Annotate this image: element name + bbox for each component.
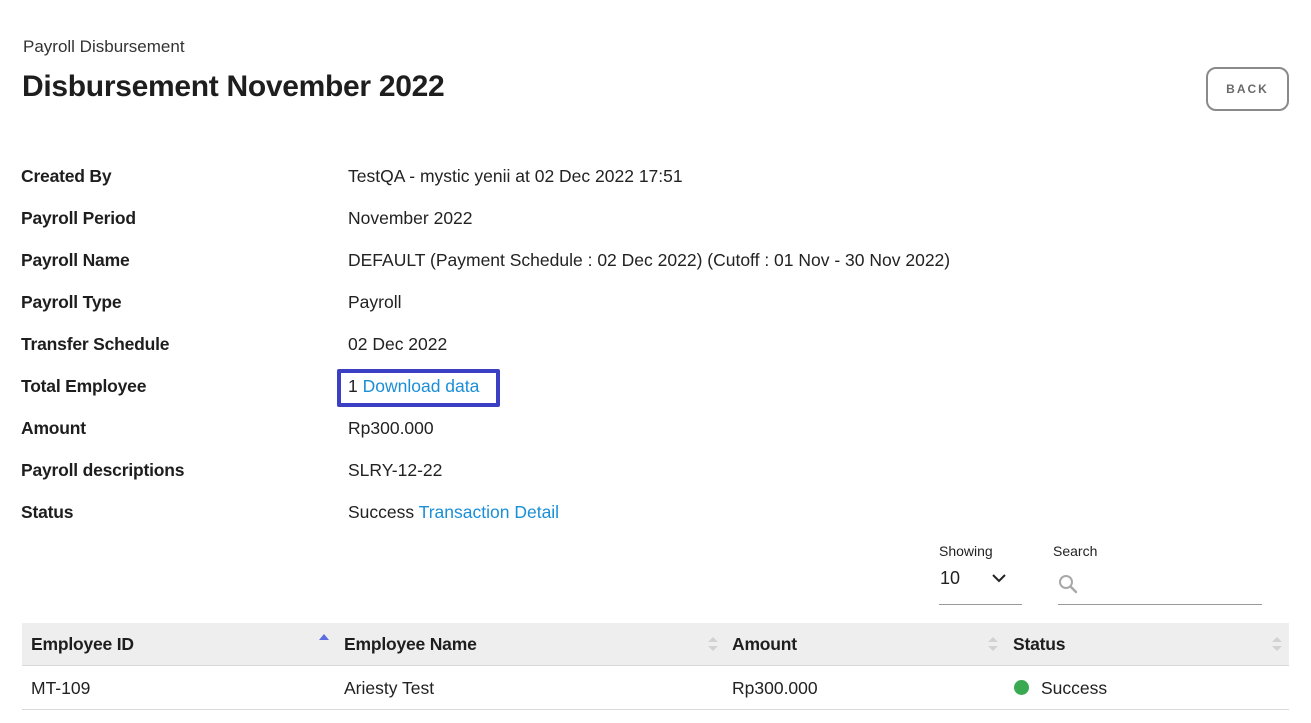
cell-employee-id: MT-109 [31,678,91,698]
column-header-employee-id[interactable]: Employee ID [31,623,134,666]
detail-row-status: Status Success Transaction Detail [21,499,1121,541]
column-header-employee-name[interactable]: Employee Name [344,623,477,666]
payroll-type-value: Payroll [348,292,402,312]
sort-icon[interactable] [1272,635,1282,653]
payroll-disbursement-page: Payroll Disbursement Disbursement Novemb… [0,0,1311,723]
status-value: Success [348,502,415,522]
status-value-group: Success Transaction Detail [348,502,559,523]
detail-row-payroll-type: Payroll Type Payroll [21,289,1121,331]
download-data-link[interactable]: Download data [363,376,480,396]
sort-icon[interactable] [708,635,718,653]
disbursement-details: Created By TestQA - mystic yenii at 02 D… [21,163,1121,541]
total-employee-count: 1 [348,376,358,396]
search-label: Search [1053,543,1098,559]
sort-ascending-icon[interactable] [319,632,329,650]
created-by-value: TestQA - mystic yenii at 02 Dec 2022 17:… [348,166,683,186]
showing-select[interactable]: 10 [939,566,1022,605]
column-header-label: Employee Name [344,634,477,654]
payroll-descriptions-value: SLRY-12-22 [348,460,443,480]
chevron-down-icon [992,574,1006,583]
employee-table: Employee ID Employee Name Amount Status [22,623,1289,710]
cell-employee-name: Ariesty Test [344,678,435,698]
cell-amount: Rp300.000 [732,678,818,698]
search-field [1058,566,1262,605]
back-button[interactable]: BACK [1206,67,1289,111]
showing-label: Showing [939,543,993,559]
column-header-amount[interactable]: Amount [732,623,797,666]
column-header-label: Employee ID [31,634,134,654]
column-header-label: Amount [732,634,797,654]
detail-row-transfer-schedule: Transfer Schedule 02 Dec 2022 [21,331,1121,373]
detail-row-created-by: Created By TestQA - mystic yenii at 02 D… [21,163,1121,205]
detail-row-payroll-descriptions: Payroll descriptions SLRY-12-22 [21,457,1121,499]
table-header: Employee ID Employee Name Amount Status [22,623,1289,666]
payroll-name-label: Payroll Name [21,250,130,270]
page-title: Disbursement November 2022 [22,70,445,103]
column-header-status[interactable]: Status [1013,623,1065,666]
sort-icon[interactable] [988,635,998,653]
detail-row-amount: Amount Rp300.000 [21,415,1121,457]
payroll-type-label: Payroll Type [21,292,122,312]
created-by-label: Created By [21,166,112,186]
payroll-name-value: DEFAULT (Payment Schedule : 02 Dec 2022)… [348,250,951,270]
status-dot-icon [1014,680,1029,695]
payroll-period-label: Payroll Period [21,208,136,228]
total-employee-label: Total Employee [21,376,147,396]
detail-row-payroll-name: Payroll Name DEFAULT (Payment Schedule :… [21,247,1121,289]
total-employee-value-group: 1 Download data [348,376,479,397]
column-header-label: Status [1013,634,1066,654]
search-icon [1059,575,1078,594]
detail-row-total-employee: Total Employee 1 Download data [21,369,1121,415]
transfer-schedule-label: Transfer Schedule [21,334,170,354]
transfer-schedule-value: 02 Dec 2022 [348,334,448,354]
showing-value: 10 [940,568,961,588]
detail-row-payroll-period: Payroll Period November 2022 [21,205,1121,247]
breadcrumb[interactable]: Payroll Disbursement [23,37,185,57]
table-row: MT-109 Ariesty Test Rp300.000 Success [22,666,1289,710]
cell-status: Success [1041,678,1108,698]
payroll-period-value: November 2022 [348,208,473,228]
search-input[interactable] [1084,572,1259,598]
amount-value: Rp300.000 [348,418,434,438]
transaction-detail-link[interactable]: Transaction Detail [419,502,559,522]
status-label: Status [21,502,74,522]
payroll-descriptions-label: Payroll descriptions [21,460,185,480]
amount-label: Amount [21,418,86,438]
